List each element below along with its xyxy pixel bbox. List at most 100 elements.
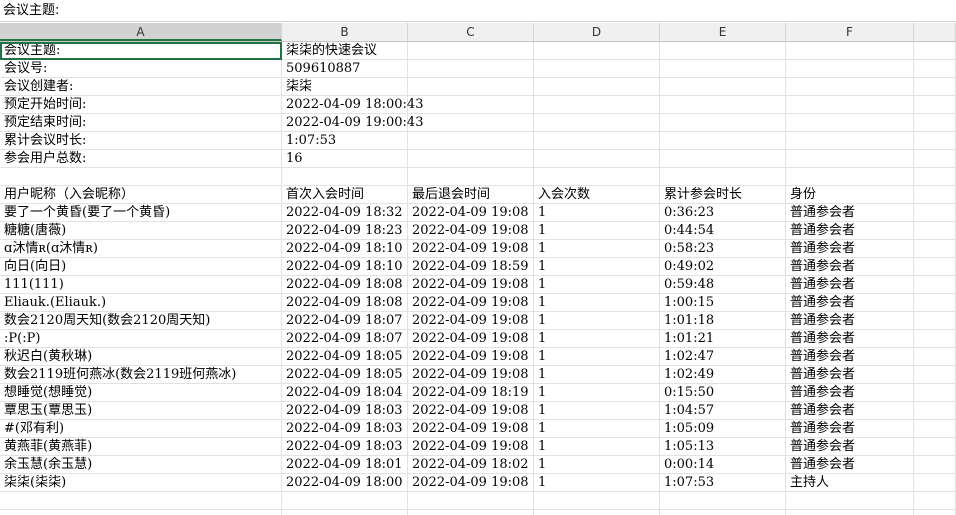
cell-c26[interactable] — [408, 492, 534, 510]
cell-e14[interactable]: 0:59:48 — [660, 276, 786, 294]
cell-d14[interactable]: 1 — [534, 276, 660, 294]
cell-a4[interactable]: 预定开始时间: — [0, 96, 282, 114]
cell-a2[interactable]: 会议号: — [0, 60, 282, 78]
cell-g13[interactable] — [914, 258, 956, 276]
cell-g12[interactable] — [914, 240, 956, 258]
cell-g15[interactable] — [914, 294, 956, 312]
cell-f22[interactable]: 普通参会者 — [786, 420, 914, 438]
cell-c18[interactable]: 2022-04-09 19:08 — [408, 348, 534, 366]
cell-g23[interactable] — [914, 438, 956, 456]
cell-d21[interactable]: 1 — [534, 402, 660, 420]
cell-c6[interactable] — [408, 132, 534, 150]
cell-c23[interactable]: 2022-04-09 19:08 — [408, 438, 534, 456]
cell-e21[interactable]: 1:04:57 — [660, 402, 786, 420]
cell-a12[interactable]: ɑ沐情ʀ(ɑ沐情ʀ) — [0, 240, 282, 258]
cell-f5[interactable] — [786, 114, 914, 132]
cell-e3[interactable] — [660, 78, 786, 96]
cell-b18[interactable]: 2022-04-09 18:05 — [282, 348, 408, 366]
cell-c5[interactable] — [408, 114, 534, 132]
cell-d12[interactable]: 1 — [534, 240, 660, 258]
cell-d18[interactable]: 1 — [534, 348, 660, 366]
cell-b22[interactable]: 2022-04-09 18:03 — [282, 420, 408, 438]
cell-f6[interactable] — [786, 132, 914, 150]
cell-e11[interactable]: 0:44:54 — [660, 222, 786, 240]
cell-c14[interactable]: 2022-04-09 19:08 — [408, 276, 534, 294]
cell-d25[interactable]: 1 — [534, 474, 660, 492]
cell-f25[interactable]: 主持人 — [786, 474, 914, 492]
cell-b10[interactable]: 2022-04-09 18:32 — [282, 204, 408, 222]
cell-a18[interactable]: 秋迟白(黄秋琳) — [0, 348, 282, 366]
cell-f19[interactable]: 普通参会者 — [786, 366, 914, 384]
cell-d24[interactable]: 1 — [534, 456, 660, 474]
cell-g14[interactable] — [914, 276, 956, 294]
cell-d5[interactable] — [534, 114, 660, 132]
cell-a3[interactable]: 会议创建者: — [0, 78, 282, 96]
cell-g27[interactable] — [914, 510, 956, 515]
cell-g6[interactable] — [914, 132, 956, 150]
cell-a20[interactable]: 想睡觉(想睡觉) — [0, 384, 282, 402]
cell-b19[interactable]: 2022-04-09 18:05 — [282, 366, 408, 384]
cell-f15[interactable]: 普通参会者 — [786, 294, 914, 312]
cell-a1[interactable]: 会议主题: — [0, 42, 282, 60]
cell-d13[interactable]: 1 — [534, 258, 660, 276]
cell-c16[interactable]: 2022-04-09 19:08 — [408, 312, 534, 330]
cell-a6[interactable]: 累计会议时长: — [0, 132, 282, 150]
cell-b7[interactable]: 16 — [282, 150, 408, 168]
cell-d11[interactable]: 1 — [534, 222, 660, 240]
cell-c12[interactable]: 2022-04-09 19:08 — [408, 240, 534, 258]
cell-d20[interactable]: 1 — [534, 384, 660, 402]
cell-d27[interactable] — [534, 510, 660, 515]
cell-e9[interactable]: 累计参会时长 — [660, 186, 786, 204]
cell-g9[interactable] — [914, 186, 956, 204]
cell-c20[interactable]: 2022-04-09 18:19 — [408, 384, 534, 402]
cell-f27[interactable] — [786, 510, 914, 515]
cell-c13[interactable]: 2022-04-09 18:59 — [408, 258, 534, 276]
cell-g4[interactable] — [914, 96, 956, 114]
cell-g18[interactable] — [914, 348, 956, 366]
cell-f8[interactable] — [786, 168, 914, 186]
cell-f1[interactable] — [786, 42, 914, 60]
cell-a14[interactable]: 111(111) — [0, 276, 282, 294]
cell-c19[interactable]: 2022-04-09 19:08 — [408, 366, 534, 384]
cell-f11[interactable]: 普通参会者 — [786, 222, 914, 240]
column-header-c[interactable]: C — [408, 23, 534, 41]
cell-d8[interactable] — [534, 168, 660, 186]
cell-g22[interactable] — [914, 420, 956, 438]
cell-b27[interactable] — [282, 510, 408, 515]
cell-b11[interactable]: 2022-04-09 18:23 — [282, 222, 408, 240]
cell-b15[interactable]: 2022-04-09 18:08 — [282, 294, 408, 312]
cell-f3[interactable] — [786, 78, 914, 96]
cell-f14[interactable]: 普通参会者 — [786, 276, 914, 294]
cell-g24[interactable] — [914, 456, 956, 474]
cell-b26[interactable] — [282, 492, 408, 510]
cell-c17[interactable]: 2022-04-09 19:08 — [408, 330, 534, 348]
cell-d16[interactable]: 1 — [534, 312, 660, 330]
cell-d7[interactable] — [534, 150, 660, 168]
cell-f20[interactable]: 普通参会者 — [786, 384, 914, 402]
cell-g26[interactable] — [914, 492, 956, 510]
cell-c11[interactable]: 2022-04-09 19:08 — [408, 222, 534, 240]
cell-f2[interactable] — [786, 60, 914, 78]
cell-g10[interactable] — [914, 204, 956, 222]
cell-d1[interactable] — [534, 42, 660, 60]
cell-g3[interactable] — [914, 78, 956, 96]
cell-c1[interactable] — [408, 42, 534, 60]
cell-d19[interactable]: 1 — [534, 366, 660, 384]
column-header-b[interactable]: B — [282, 23, 408, 41]
cell-c10[interactable]: 2022-04-09 19:08 — [408, 204, 534, 222]
cell-e16[interactable]: 1:01:18 — [660, 312, 786, 330]
cell-a26[interactable] — [0, 492, 282, 510]
cell-g19[interactable] — [914, 366, 956, 384]
cell-d17[interactable]: 1 — [534, 330, 660, 348]
cell-g1[interactable] — [914, 42, 956, 60]
cell-e15[interactable]: 1:00:15 — [660, 294, 786, 312]
cell-e4[interactable] — [660, 96, 786, 114]
cell-b3[interactable]: 柒柒 — [282, 78, 408, 96]
cell-c15[interactable]: 2022-04-09 19:08 — [408, 294, 534, 312]
cell-c25[interactable]: 2022-04-09 19:08 — [408, 474, 534, 492]
cell-e24[interactable]: 0:00:14 — [660, 456, 786, 474]
cell-c24[interactable]: 2022-04-09 18:02 — [408, 456, 534, 474]
cell-d23[interactable]: 1 — [534, 438, 660, 456]
cell-e23[interactable]: 1:05:13 — [660, 438, 786, 456]
cell-a25[interactable]: 柒柒(柒柒) — [0, 474, 282, 492]
